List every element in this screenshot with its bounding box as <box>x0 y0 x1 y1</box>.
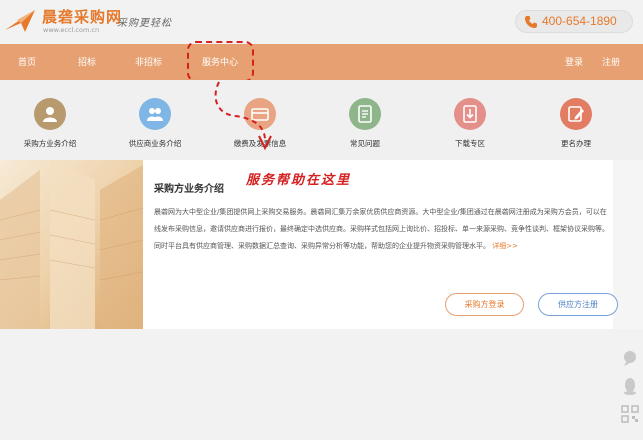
service-label: 常见问题 <box>350 139 380 148</box>
logo-icon[interactable] <box>3 6 39 36</box>
download-document-icon <box>454 98 486 130</box>
intro-title: 采购方业务介绍 <box>154 184 224 195</box>
hotline-badge: 400-654-1890 <box>515 10 633 33</box>
city-buildings-image <box>0 160 143 329</box>
buyer-login-button[interactable]: 采购方登录 <box>445 293 524 316</box>
faq-document-icon <box>349 98 381 130</box>
intro-text: 晨砻网为大中型企业/集团提供网上采购交易服务。晨砻网汇集万余家优质供应商资源。大… <box>154 208 609 250</box>
nav-login[interactable]: 登录 <box>565 55 583 68</box>
nav-home[interactable]: 首页 <box>18 55 36 68</box>
side-toolbar <box>617 330 643 440</box>
hotline-number: 400-654-1890 <box>542 14 617 28</box>
logo-url: www.eccl.com.cn <box>43 26 100 34</box>
service-label: 供应商业务介绍 <box>128 139 182 148</box>
service-faq[interactable]: 常见问题 <box>320 98 410 149</box>
qr-code-icon[interactable] <box>620 404 640 424</box>
nav-bidding[interactable]: 招标 <box>78 55 96 68</box>
service-supplier-intro[interactable]: 供应商业务介绍 <box>110 98 200 149</box>
phone-icon <box>525 16 537 28</box>
supplier-register-button[interactable]: 供应方注册 <box>538 293 618 316</box>
rename-edit-icon <box>560 98 592 130</box>
service-label: 下载专区 <box>455 139 485 148</box>
annotation-arrow-icon <box>214 81 272 151</box>
nav-non-bidding[interactable]: 非招标 <box>135 55 162 68</box>
service-buyer-intro[interactable]: 采购方业务介绍 <box>5 98 95 149</box>
chat-bubble-icon[interactable] <box>620 348 640 368</box>
nav-register[interactable]: 注册 <box>602 55 620 68</box>
service-rename[interactable]: 更名办理 <box>531 98 621 149</box>
service-row: 采购方业务介绍 供应商业务介绍 缴费及发票信息 常见问题 下载专区 更名办理 <box>0 80 643 160</box>
intro-card: 采购方业务介绍 晨砻网为大中型企业/集团提供网上采购交易服务。晨砻网汇集万余家优… <box>143 160 618 329</box>
service-download[interactable]: 下载专区 <box>425 98 515 149</box>
more-link[interactable]: 详细>> <box>492 242 518 250</box>
slogan: 采购更轻松 <box>117 18 172 29</box>
service-label: 采购方业务介绍 <box>23 139 77 148</box>
site-header: 晨砻采购网 www.eccl.com.cn 采购更轻松 400-654-1890 <box>0 0 643 44</box>
service-label: 更名办理 <box>561 139 591 148</box>
supplier-people-icon <box>139 98 171 130</box>
intro-body: 晨砻网为大中型企业/集团提供网上采购交易服务。晨砻网汇集万余家优质供应商资源。大… <box>154 204 609 255</box>
main-nav: 首页 招标 非招标 服务中心 登录 注册 <box>0 44 643 80</box>
service-center-highlight <box>187 41 254 82</box>
buyer-person-icon <box>34 98 66 130</box>
qq-icon[interactable] <box>620 376 640 396</box>
annotation-text: 服务帮助在这里 <box>246 173 352 188</box>
logo-name[interactable]: 晨砻采购网 <box>42 6 122 27</box>
